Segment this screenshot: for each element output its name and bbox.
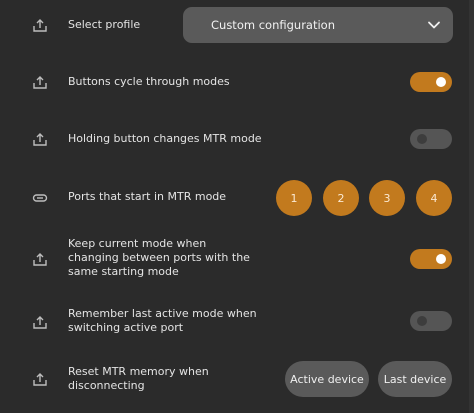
- port-4-button[interactable]: 4: [416, 180, 452, 216]
- remember-mode-toggle[interactable]: [410, 311, 452, 331]
- chevron-down-icon: [428, 21, 440, 29]
- cycle-modes-label: Buttons cycle through modes: [68, 75, 230, 88]
- hold-changes-mode-label: Holding button changes MTR mode: [68, 132, 262, 145]
- share-icon: [31, 250, 49, 268]
- keep-mode-label: Keep current mode when changing between …: [68, 237, 250, 278]
- port-1-button[interactable]: 1: [276, 180, 312, 216]
- share-icon: [31, 130, 49, 148]
- toggle-knob: [436, 77, 446, 87]
- scrollbar[interactable]: [469, 0, 474, 413]
- keep-mode-toggle[interactable]: [410, 249, 452, 269]
- reset-memory-label: Reset MTR memory when disconnecting: [68, 365, 209, 392]
- active-device-button[interactable]: Active device: [285, 361, 369, 397]
- port-3-button[interactable]: 3: [369, 180, 405, 216]
- last-device-button[interactable]: Last device: [378, 361, 452, 397]
- toggle-knob: [417, 134, 427, 144]
- link-icon: [31, 189, 49, 207]
- remember-mode-label: Remember last active mode when switching…: [68, 307, 257, 334]
- port-2-button[interactable]: 2: [323, 180, 359, 216]
- ports-mtr-label: Ports that start in MTR mode: [68, 190, 227, 203]
- profile-dropdown[interactable]: Custom configuration: [183, 7, 453, 43]
- profile-dropdown-value: Custom configuration: [211, 18, 335, 32]
- select-profile-label: Select profile: [68, 18, 141, 31]
- toggle-knob: [436, 254, 446, 264]
- hold-changes-mode-toggle[interactable]: [410, 129, 452, 149]
- share-icon: [31, 73, 49, 91]
- share-icon: [31, 16, 49, 34]
- share-icon: [31, 370, 49, 388]
- share-icon: [31, 313, 49, 331]
- toggle-knob: [417, 316, 427, 326]
- cycle-modes-toggle[interactable]: [410, 72, 452, 92]
